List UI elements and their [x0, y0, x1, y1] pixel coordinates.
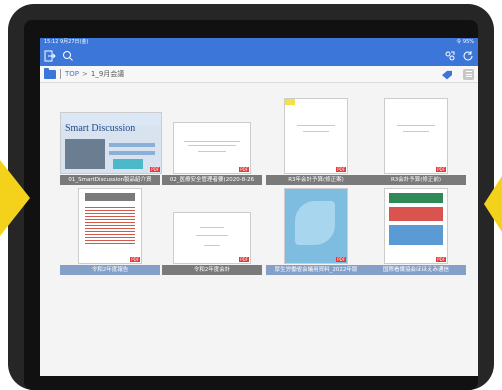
file-item[interactable]: PDF 厚生労働省会議用資料_2022年版 [266, 188, 366, 275]
text-line [188, 145, 236, 146]
breadcrumb: TOP > 1_9月会議 [40, 66, 478, 83]
header-block [85, 193, 135, 201]
file-thumbnail: PDF [384, 98, 448, 174]
file-thumbnail: Smart Discussion PDF [60, 112, 162, 174]
file-thumbnail: PDF [284, 98, 348, 174]
cover-block [389, 207, 443, 221]
file-thumbnail: PDF [284, 188, 348, 264]
text-line [198, 151, 226, 152]
breadcrumb-root[interactable]: TOP [65, 70, 79, 78]
text-line [204, 245, 220, 246]
cover-photo [65, 139, 105, 169]
text-line [403, 131, 429, 132]
file-label: 01_SmartDiscussion製品紹介資 [60, 175, 160, 185]
pdf-badge: PDF [239, 257, 249, 262]
breadcrumb-current: 1_9月会議 [90, 70, 125, 78]
right-pointer-arrow [484, 176, 502, 232]
status-battery: 令 95% [456, 39, 474, 45]
breadcrumb-divider [60, 69, 61, 79]
exit-icon[interactable] [44, 50, 56, 62]
cover-line [109, 143, 155, 147]
file-label: 02_医療安全管理者要(2020-8-26 [162, 175, 262, 185]
breadcrumb-separator: > [82, 70, 88, 78]
text-line [184, 141, 240, 142]
file-item[interactable]: PDF 令和2年度会計 [162, 188, 262, 275]
file-label: R3会計予算(修正前) [366, 175, 466, 185]
tag-icon[interactable] [441, 65, 453, 84]
file-item[interactable]: Smart Discussion PDF 01_SmartDiscussion製… [60, 98, 162, 185]
file-label: 厚生労働省会議用資料_2022年版 [266, 265, 366, 275]
pdf-badge: PDF [150, 167, 160, 172]
pdf-badge: PDF [336, 167, 346, 172]
text-line [196, 235, 228, 236]
file-thumbnail: PDF [78, 188, 142, 264]
file-label: 令和2年度会計 [162, 265, 262, 275]
reader-icon[interactable] [444, 50, 456, 62]
top-nav-bar [40, 46, 478, 66]
file-label: 令和2年度報告 [60, 265, 160, 275]
status-time: 15:12 9月27日(金) [44, 39, 89, 45]
file-item[interactable]: PDF 国際看護協会ほほえみ通信 [366, 188, 466, 275]
text-line [397, 125, 435, 126]
menu-icon[interactable] [463, 68, 474, 80]
file-thumbnail: PDF [173, 122, 251, 174]
cover-title: Smart Discussion [65, 123, 136, 134]
cover-graphic [113, 159, 143, 169]
pdf-badge: PDF [436, 257, 446, 262]
cover-line [109, 151, 155, 155]
file-item[interactable]: PDF 令和2年度報告 [60, 188, 160, 275]
pdf-badge: PDF [239, 167, 249, 172]
text-line [303, 131, 329, 132]
refresh-icon[interactable] [462, 50, 474, 62]
status-bar: 15:12 9月27日(金) 令 95% [40, 38, 478, 46]
file-label: 国際看護協会ほほえみ通信 [366, 265, 466, 275]
pdf-badge: PDF [436, 167, 446, 172]
file-item[interactable]: PDF 02_医療安全管理者要(2020-8-26 [162, 98, 262, 185]
file-thumbnail: PDF [173, 212, 251, 264]
pdf-badge: PDF [336, 257, 346, 262]
app-screen: 15:12 9月27日(金) 令 95% TOP > 1_9月会議 Smart … [40, 38, 478, 376]
file-item[interactable]: PDF R3年会計予算(修正案) [266, 98, 366, 185]
file-grid: Smart Discussion PDF 01_SmartDiscussion製… [40, 98, 478, 376]
sticky-marker [285, 99, 295, 105]
file-thumbnail: PDF [384, 188, 448, 264]
text-line [200, 227, 224, 228]
data-table [85, 205, 135, 245]
cover-map [295, 201, 335, 245]
pdf-badge: PDF [130, 257, 140, 262]
text-line [297, 125, 335, 126]
header-block [389, 193, 443, 203]
search-icon[interactable] [62, 50, 74, 62]
cover-block [389, 225, 443, 245]
folder-icon[interactable] [44, 67, 56, 79]
file-item[interactable]: PDF R3会計予算(修正前) [366, 98, 466, 185]
file-label: R3年会計予算(修正案) [266, 175, 366, 185]
left-pointer-arrow [0, 160, 30, 236]
